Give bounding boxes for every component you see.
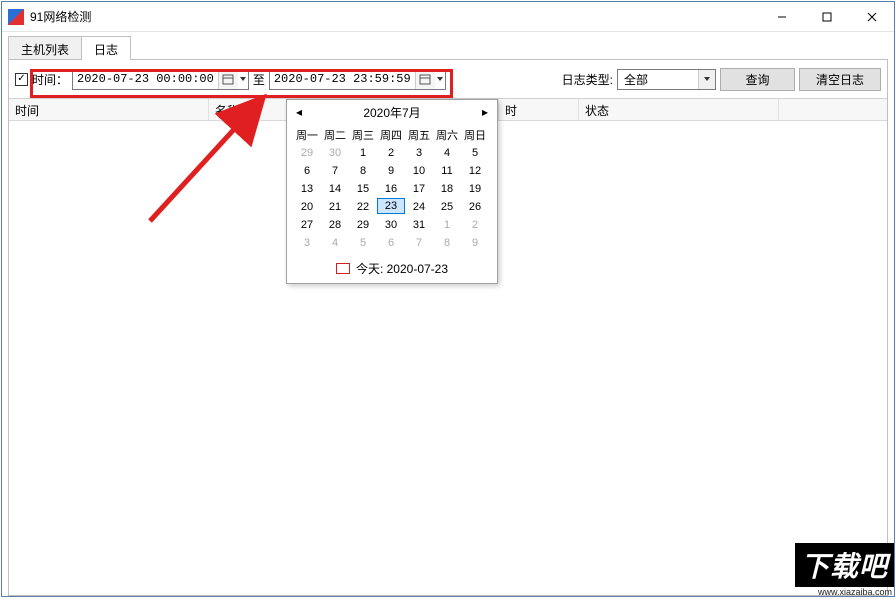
calendar-day[interactable]: 14 <box>321 180 349 198</box>
calendar-day[interactable]: 6 <box>293 162 321 180</box>
prev-month-button[interactable]: ◂ <box>293 105 305 119</box>
time-label: 时间： <box>32 71 68 88</box>
tab-hostlist[interactable]: 主机列表 <box>8 36 82 60</box>
calendar-day[interactable]: 17 <box>405 180 433 198</box>
calendar-day[interactable]: 2 <box>461 216 489 234</box>
calendar-day[interactable]: 3 <box>405 144 433 162</box>
calendar-dow: 周五 <box>405 126 433 144</box>
calendar-day[interactable]: 20 <box>293 198 321 216</box>
minimize-button[interactable] <box>759 2 804 31</box>
calendar-day[interactable]: 6 <box>377 234 405 252</box>
calendar-day[interactable]: 24 <box>405 198 433 216</box>
time-filter-group: ✓ 时间： 2020-07-23 00:00:00 至 2020-07-23 2… <box>15 69 446 90</box>
calendar-dow: 周三 <box>349 126 377 144</box>
maximize-button[interactable] <box>804 2 849 31</box>
calendar-day[interactable]: 7 <box>405 234 433 252</box>
time-checkbox[interactable]: ✓ <box>15 73 28 86</box>
query-button[interactable]: 查询 <box>720 68 795 91</box>
calendar-day[interactable]: 30 <box>377 216 405 234</box>
calendar-day[interactable]: 7 <box>321 162 349 180</box>
chevron-down-icon[interactable] <box>698 70 715 89</box>
calendar-day[interactable]: 1 <box>433 216 461 234</box>
calendar-day[interactable]: 10 <box>405 162 433 180</box>
end-datetime-value: 2020-07-23 23:59:59 <box>270 72 415 86</box>
calendar-dow: 周二 <box>321 126 349 144</box>
calendar-day[interactable]: 25 <box>433 198 461 216</box>
start-datetime-input[interactable]: 2020-07-23 00:00:00 <box>72 69 249 90</box>
calendar-dow: 周六 <box>433 126 461 144</box>
app-icon <box>8 9 24 25</box>
calendar-day[interactable]: 12 <box>461 162 489 180</box>
calendar-day[interactable]: 1 <box>349 144 377 162</box>
calendar-day[interactable]: 23 <box>377 198 405 214</box>
calendar-day[interactable]: 28 <box>321 216 349 234</box>
calendar-icon[interactable] <box>415 70 435 89</box>
calendar-day[interactable]: 5 <box>349 234 377 252</box>
grid-column-header[interactable]: 时间 <box>9 99 209 120</box>
calendar-day[interactable]: 8 <box>349 162 377 180</box>
calendar-day[interactable]: 27 <box>293 216 321 234</box>
calendar-day[interactable]: 30 <box>321 144 349 162</box>
window-buttons <box>759 2 894 31</box>
start-datetime-value: 2020-07-23 00:00:00 <box>73 72 218 86</box>
calendar-dow: 周一 <box>293 126 321 144</box>
today-indicator-icon <box>336 263 350 274</box>
calendar-day[interactable]: 15 <box>349 180 377 198</box>
grid-column-header[interactable]: 状态 <box>579 99 779 120</box>
toolbar: ✓ 时间： 2020-07-23 00:00:00 至 2020-07-23 2… <box>9 60 887 98</box>
calendar-grid: 周一周二周三周四周五周六周日29301234567891011121314151… <box>287 124 497 256</box>
calendar-day[interactable]: 19 <box>461 180 489 198</box>
calendar-icon[interactable] <box>218 70 238 89</box>
date-picker-popup: ◂ 2020年7月 ▸ 周一周二周三周四周五周六周日29301234567891… <box>286 99 498 284</box>
calendar-day[interactable]: 2 <box>377 144 405 162</box>
calendar-day[interactable]: 26 <box>461 198 489 216</box>
calendar-day[interactable]: 5 <box>461 144 489 162</box>
calendar-day[interactable]: 29 <box>349 216 377 234</box>
start-dropdown-icon[interactable] <box>238 70 248 89</box>
tab-bar: 主机列表 日志 <box>8 36 888 60</box>
log-type-label: 日志类型: <box>562 71 613 88</box>
end-datetime-input[interactable]: 2020-07-23 23:59:59 <box>269 69 446 90</box>
calendar-day[interactable]: 9 <box>377 162 405 180</box>
calendar-day[interactable]: 22 <box>349 198 377 216</box>
calendar-day[interactable]: 13 <box>293 180 321 198</box>
calendar-header: ◂ 2020年7月 ▸ <box>287 100 497 124</box>
calendar-day[interactable]: 4 <box>321 234 349 252</box>
calendar-day[interactable]: 31 <box>405 216 433 234</box>
calendar-day[interactable]: 11 <box>433 162 461 180</box>
close-button[interactable] <box>849 2 894 31</box>
calendar-day[interactable]: 21 <box>321 198 349 216</box>
grid-column-header[interactable]: 时 <box>499 99 579 120</box>
calendar-day[interactable]: 18 <box>433 180 461 198</box>
to-label: 至 <box>253 71 265 88</box>
calendar-dow: 周日 <box>461 126 489 144</box>
window-title: 91网络检测 <box>30 8 759 25</box>
calendar-title[interactable]: 2020年7月 <box>363 104 420 121</box>
calendar-day[interactable]: 16 <box>377 180 405 198</box>
calendar-dow: 周四 <box>377 126 405 144</box>
app-window: 91网络检测 主机列表 日志 ✓ 时间： 2020-07-23 00:00:00 <box>1 1 895 597</box>
log-type-value: 全部 <box>618 71 698 88</box>
end-dropdown-icon[interactable] <box>435 70 445 89</box>
titlebar: 91网络检测 <box>2 2 894 32</box>
tab-log[interactable]: 日志 <box>81 36 131 60</box>
calendar-day[interactable]: 29 <box>293 144 321 162</box>
clear-log-button[interactable]: 清空日志 <box>799 68 881 91</box>
today-link[interactable]: 今天: 2020-07-23 <box>287 256 497 283</box>
log-type-select[interactable]: 全部 <box>617 69 716 90</box>
today-label: 今天: 2020-07-23 <box>356 260 448 277</box>
next-month-button[interactable]: ▸ <box>479 105 491 119</box>
calendar-day[interactable]: 8 <box>433 234 461 252</box>
calendar-day[interactable]: 3 <box>293 234 321 252</box>
calendar-day[interactable]: 9 <box>461 234 489 252</box>
calendar-day[interactable]: 4 <box>433 144 461 162</box>
